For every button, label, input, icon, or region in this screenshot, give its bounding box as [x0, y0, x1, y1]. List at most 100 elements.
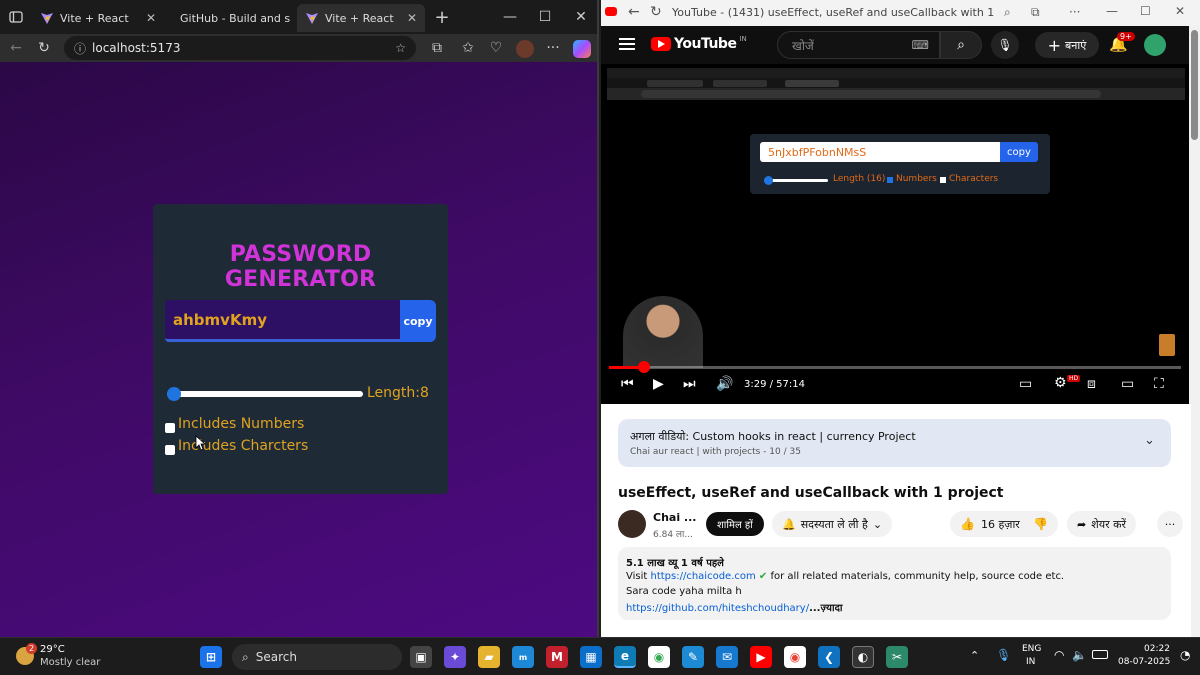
share-button[interactable]: ➦ शेयर करें: [1067, 511, 1137, 537]
extension-icon[interactable]: ⧉: [1031, 5, 1040, 20]
play-icon[interactable]: ▶: [653, 376, 664, 392]
length-slider-handle[interactable]: [167, 387, 181, 401]
favorites-icon[interactable]: ✩: [458, 38, 478, 58]
tab-actions-icon[interactable]: [6, 7, 26, 27]
close-window-icon[interactable]: ✕: [571, 7, 591, 27]
file-explorer-icon[interactable]: ▰: [478, 646, 500, 668]
copilot-icon[interactable]: [573, 40, 591, 58]
back-icon[interactable]: ←: [6, 38, 26, 58]
app-icon[interactable]: ✎: [682, 646, 704, 668]
subtitles-icon[interactable]: ▭: [1019, 376, 1032, 392]
tab-vite-1[interactable]: Vite + React ✕: [32, 4, 164, 32]
weather-desc[interactable]: Mostly clear: [40, 657, 100, 668]
menu-icon[interactable]: [619, 38, 635, 40]
theater-mode-icon[interactable]: ▭: [1121, 376, 1134, 392]
account-avatar[interactable]: [1144, 34, 1166, 56]
extensions-icon[interactable]: ⧉: [427, 38, 447, 58]
join-button[interactable]: शामिल हों: [706, 512, 764, 536]
chat-app-icon[interactable]: ✉: [716, 646, 738, 668]
youtube-logo[interactable]: YouTube IN: [651, 35, 747, 52]
copilot-app-icon[interactable]: ✦: [444, 646, 466, 668]
channel-name[interactable]: Chai ...: [653, 511, 696, 524]
language-top[interactable]: ENG: [1022, 644, 1041, 654]
mcafee-icon[interactable]: M: [546, 646, 568, 668]
zoom-icon[interactable]: ⌕: [1004, 5, 1011, 20]
github-desktop-icon[interactable]: ◐: [852, 646, 874, 668]
minimize-icon[interactable]: —: [500, 7, 520, 27]
edge-taskbar-icon[interactable]: e: [614, 646, 636, 668]
more-icon[interactable]: ···: [543, 38, 563, 58]
maximize-icon[interactable]: ☐: [535, 7, 555, 27]
mojo-app-icon[interactable]: m: [512, 646, 534, 668]
close-window-icon[interactable]: ✕: [1175, 4, 1185, 18]
show-more-button[interactable]: ...ज़्यादा: [809, 603, 842, 614]
maximize-icon[interactable]: ☐: [1140, 4, 1151, 18]
microphone-icon[interactable]: 🎙: [996, 648, 1011, 662]
chrome-profile-icon[interactable]: ◉: [784, 646, 806, 668]
next-icon[interactable]: ⏭: [683, 376, 696, 392]
clock-date[interactable]: 08-07-2025: [1118, 657, 1170, 667]
copy-button[interactable]: copy: [400, 300, 436, 342]
chaicode-link[interactable]: https://chaicode.com: [651, 571, 756, 582]
show-hidden-icons[interactable]: ⌃: [970, 649, 979, 662]
start-icon[interactable]: ⊞: [200, 646, 222, 668]
dislike-icon[interactable]: 👎: [1033, 517, 1048, 531]
search-input[interactable]: खोजें ⌨: [777, 31, 940, 59]
keyboard-icon[interactable]: ⌨: [912, 38, 929, 52]
store-icon[interactable]: ▦: [580, 646, 602, 668]
github-link[interactable]: https://github.com/hiteshchoudhary/: [626, 603, 809, 614]
weather-temp[interactable]: 29°C: [40, 644, 65, 655]
volume-icon[interactable]: 🔊: [716, 376, 733, 392]
youtube-app-icon[interactable]: ▶: [750, 646, 772, 668]
more-icon[interactable]: ···: [1069, 5, 1080, 19]
length-slider[interactable]: [167, 391, 363, 397]
clock-time[interactable]: 02:22: [1144, 644, 1170, 654]
description-box[interactable]: 5.1 लाख व्यू 1 वर्ष पहले Visit https://c…: [618, 547, 1171, 620]
search-icon[interactable]: ⌕: [940, 31, 982, 59]
tab-github[interactable]: GitHub - Build and s ✕: [166, 4, 296, 32]
speaker-icon[interactable]: 🔈: [1072, 648, 1087, 662]
chrome-icon[interactable]: ◉: [648, 646, 670, 668]
back-icon[interactable]: ←: [628, 4, 640, 20]
miniplayer-icon[interactable]: ⧈: [1087, 376, 1096, 392]
progress-bar[interactable]: [609, 366, 1181, 369]
task-view-icon[interactable]: ▣: [410, 646, 432, 668]
like-count[interactable]: 16 हज़ार: [981, 517, 1020, 532]
close-tab-icon[interactable]: ✕: [407, 11, 417, 25]
create-button[interactable]: + बनाएं: [1035, 32, 1099, 58]
vscode-icon[interactable]: ❮: [818, 646, 840, 668]
refresh-icon[interactable]: ↻: [34, 38, 54, 58]
characters-checkbox[interactable]: [165, 445, 175, 455]
favorite-star-icon[interactable]: ☆: [395, 41, 406, 55]
numbers-checkbox[interactable]: [165, 423, 175, 433]
scrollbar-thumb[interactable]: [1191, 30, 1198, 140]
taskbar-search[interactable]: ⌕ Search: [232, 644, 402, 670]
password-field[interactable]: ahbmvKmy: [165, 300, 400, 342]
address-bar[interactable]: ⓘ localhost:5173 ☆: [64, 36, 416, 60]
new-tab-icon[interactable]: +: [432, 7, 452, 28]
like-icon[interactable]: 👍: [960, 517, 975, 531]
refresh-icon[interactable]: ↻: [650, 4, 662, 20]
minimize-icon[interactable]: —: [1106, 4, 1118, 18]
wifi-icon[interactable]: ◠: [1054, 648, 1064, 662]
language-bottom[interactable]: IN: [1026, 657, 1035, 667]
previous-icon[interactable]: ⏮: [621, 376, 634, 392]
profile-avatar[interactable]: [516, 40, 534, 58]
battery-icon[interactable]: [1092, 650, 1108, 659]
close-tab-icon[interactable]: ✕: [146, 11, 156, 25]
playlist-panel[interactable]: अगला वीडियो: Custom hooks in react | cur…: [618, 419, 1171, 467]
notification-center-icon[interactable]: ◔: [1180, 648, 1190, 662]
tab-vite-active[interactable]: Vite + React ✕: [297, 4, 425, 32]
fullscreen-icon[interactable]: ⛶: [1154, 376, 1164, 392]
video-player[interactable]: 5nJxbfPFobnNMsS copy Length (16) Numbers…: [601, 64, 1191, 404]
snipping-tool-icon[interactable]: ✂: [886, 646, 908, 668]
settings-icon[interactable]: ⚙: [1054, 375, 1067, 391]
microphone-icon[interactable]: 🎙: [991, 31, 1019, 59]
progress-scrubber[interactable]: [638, 361, 650, 373]
more-actions-icon[interactable]: ···: [1157, 511, 1183, 537]
chevron-down-icon[interactable]: ⌄: [1144, 433, 1155, 448]
channel-avatar[interactable]: [618, 510, 646, 538]
health-icon[interactable]: ♡: [486, 38, 506, 58]
subscribe-button[interactable]: 🔔 सदस्यता ले ली है ⌄: [772, 511, 893, 537]
info-icon[interactable]: ⓘ: [74, 40, 86, 57]
